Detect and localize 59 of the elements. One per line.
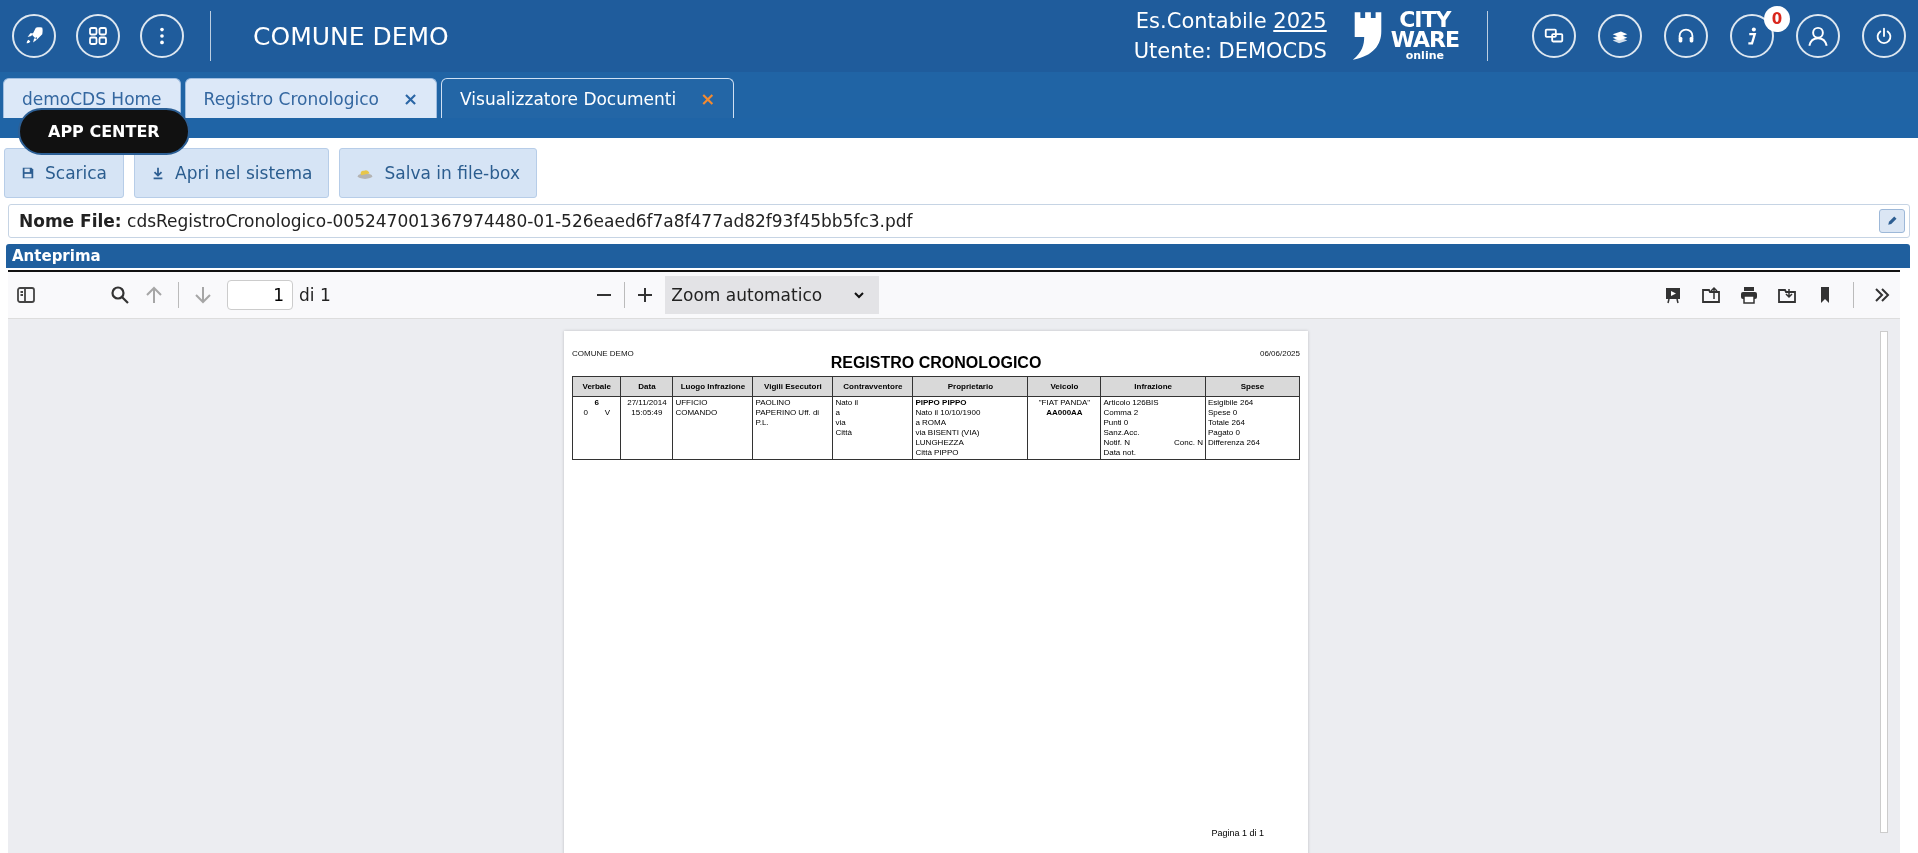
table-cell: UFFICIO COMANDO xyxy=(672,396,753,460)
search-icon[interactable] xyxy=(110,285,130,305)
column-header: Verbale xyxy=(572,376,621,397)
app-title: COMUNE DEMO xyxy=(253,21,449,51)
logo-text: WARE xyxy=(1390,30,1459,50)
section-title: Anteprima xyxy=(12,247,101,265)
column-header: Spese xyxy=(1205,376,1300,397)
fiscal-year-label: Es.Contabile xyxy=(1135,9,1267,33)
edit-button[interactable] xyxy=(1879,209,1905,233)
books-icon[interactable] xyxy=(1598,14,1642,58)
column-header: Veicolo xyxy=(1027,376,1101,397)
document-organization: COMUNE DEMO xyxy=(572,349,634,358)
table-cell: Articolo 126BIS Comma 2 Punti 0 Sanz.Acc. Notif. N Conc. N Data not. xyxy=(1100,396,1206,460)
rocket-icon[interactable] xyxy=(12,14,56,58)
tooltip: APP CENTER xyxy=(18,108,190,155)
more-icon[interactable] xyxy=(140,14,184,58)
document-date: 06/06/2025 xyxy=(1259,349,1300,358)
page-number-field[interactable]: 1 xyxy=(227,280,293,310)
column-header: Infrazione xyxy=(1100,376,1206,397)
headset-icon[interactable] xyxy=(1664,14,1708,58)
table-cell: "FIAT PANDA" AA000AA xyxy=(1027,396,1101,460)
presentation-icon[interactable] xyxy=(1663,285,1683,305)
zoom-dropdown[interactable]: Zoom automatico xyxy=(665,276,880,314)
table-cell: Nato il a via Città xyxy=(832,396,913,460)
pencil-icon xyxy=(1886,215,1898,227)
table-cell: 6 0 V xyxy=(572,396,621,460)
user-icon[interactable] xyxy=(1796,14,1840,58)
tab[interactable]: Visualizzatore Documenti × xyxy=(441,78,735,118)
column-header: Contravventore xyxy=(832,376,913,397)
toolbar-button[interactable]: Apri nel sistema xyxy=(134,148,330,198)
scrollbar[interactable] xyxy=(1880,331,1888,833)
document-title: REGISTRO CRONOLOGICO xyxy=(829,354,1043,372)
grid-icon[interactable] xyxy=(76,14,120,58)
notification-badge: 0 xyxy=(1764,6,1790,32)
windows-icon[interactable] xyxy=(1532,14,1576,58)
open-folder-icon[interactable] xyxy=(1701,285,1721,305)
table-cell: 27/11/2014 15:05:49 xyxy=(620,396,673,460)
sidebar-toggle-icon[interactable] xyxy=(16,285,36,305)
chevron-down-icon xyxy=(853,289,866,301)
tab[interactable]: Registro Cronologico × xyxy=(184,78,438,118)
file-name-text: Nome File: cdsRegistroCronologico-005247001367974480-01-526eaed6f7a8f477ad82f93f45bb5fc3.pdf xyxy=(19,211,913,231)
table-cell: Esigibile 264 Spese 0 Totale 264 Pagato 0 Differenza 264 xyxy=(1205,396,1300,460)
close-icon[interactable]: × xyxy=(403,88,419,109)
power-icon[interactable] xyxy=(1862,14,1906,58)
page-footer: Pagina 1 di 1 xyxy=(1211,828,1264,838)
table-cell: PIPPO PIPPO Nato il 10/10/1900 a ROMA via BISENTI (VIA) LUNGHEZZA Città PIPPO xyxy=(912,396,1028,460)
column-header: Luogo Infrazione xyxy=(672,376,753,397)
logo-subtext: online xyxy=(1405,50,1444,62)
fiscal-year-link[interactable]: 2025 xyxy=(1273,9,1327,33)
user-label: Utente: DEMOCDS xyxy=(1133,38,1327,65)
logo-text: CITY xyxy=(1399,10,1451,30)
floppy-icon xyxy=(21,166,35,180)
print-icon[interactable] xyxy=(1739,285,1759,305)
table-cell: PAOLINO PAPERINO Uff. di P.L. xyxy=(752,396,833,460)
column-header: Proprietario xyxy=(912,376,1028,397)
page-count: di 1 xyxy=(299,285,331,305)
toolbar-button[interactable]: Salva in file-box xyxy=(339,148,537,198)
column-header: Data xyxy=(620,376,673,397)
column-header: Vigili Esecutori xyxy=(752,376,833,397)
